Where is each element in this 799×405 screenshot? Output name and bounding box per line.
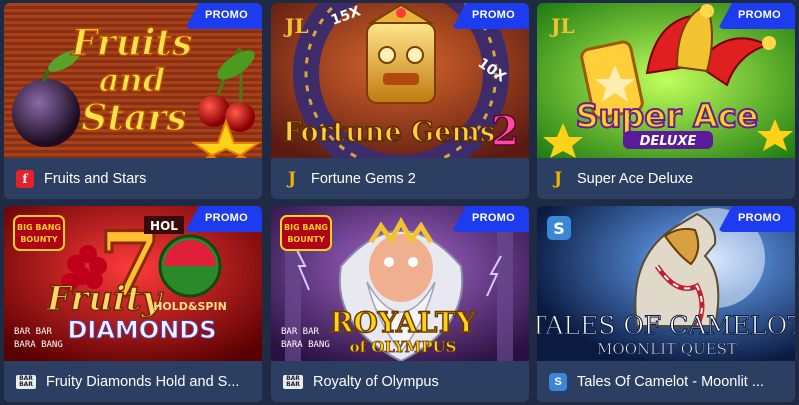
- svg-text:and: and: [99, 61, 165, 99]
- svg-text:BAR BAR: BAR BAR: [281, 327, 320, 337]
- svg-text:BIG BANG: BIG BANG: [17, 223, 61, 232]
- game-title[interactable]: Fruits and Stars: [44, 171, 146, 187]
- svg-text:BAR BAR: BAR BAR: [14, 327, 53, 337]
- provider-logo-icon: BAR BAR: [283, 374, 303, 389]
- provider-logo-icon: S: [549, 372, 567, 391]
- game-title[interactable]: Fortune Gems 2: [311, 171, 416, 187]
- game-card-footer: J Fortune Gems 2: [271, 158, 529, 199]
- game-grid: Fruits and Stars PROMO f Fruits and Star…: [0, 0, 799, 405]
- game-card-fortune-gems-2[interactable]: JL 15X 10X Fortune Gems 2 PROMO J Fortun…: [271, 3, 529, 199]
- svg-text:of OLYMPUS: of OLYMPUS: [350, 338, 457, 356]
- svg-text:HOL: HOL: [150, 219, 178, 233]
- game-card-footer: f Fruits and Stars: [4, 158, 262, 199]
- svg-text:BOUNTY: BOUNTY: [287, 235, 325, 244]
- game-card-fruits-and-stars[interactable]: Fruits and Stars PROMO f Fruits and Star…: [4, 3, 262, 199]
- svg-text:Fortune Gems: Fortune Gems: [283, 117, 495, 148]
- game-card-royalty-of-olympus[interactable]: BIG BANG BOUNTY ROYALTY of OLYMPUS BAR B…: [271, 206, 529, 402]
- svg-text:TALES OF CAMELOT: TALES OF CAMELOT: [537, 311, 795, 340]
- game-card-super-ace-deluxe[interactable]: JL Super Ace DELUXE PROMO J Super Ace De…: [537, 3, 795, 199]
- game-title[interactable]: Super Ace Deluxe: [577, 171, 693, 187]
- game-card-footer: J Super Ace Deluxe: [537, 158, 795, 199]
- game-title[interactable]: Fruity Diamonds Hold and S...: [46, 374, 239, 390]
- svg-text:BARA BANG: BARA BANG: [281, 340, 330, 350]
- svg-text:ROYALTY: ROYALTY: [330, 306, 477, 339]
- art-text: Fruits: [71, 22, 193, 64]
- game-card-footer: S Tales Of Camelot - Moonlit ...: [537, 361, 795, 402]
- svg-text:2: 2: [491, 108, 519, 155]
- svg-text:BIG BANG: BIG BANG: [284, 223, 328, 232]
- provider-logo-icon: J: [553, 168, 563, 189]
- svg-text:JL: JL: [549, 14, 575, 38]
- game-card-fruity-diamonds[interactable]: 7 BIG BANG BOUNTY HOL Fruity HOLD&SPIN D…: [4, 206, 262, 402]
- svg-text:HOLD&SPIN: HOLD&SPIN: [153, 300, 227, 313]
- svg-text:Fruity: Fruity: [46, 279, 164, 319]
- svg-text:S: S: [553, 219, 565, 238]
- game-title[interactable]: Royalty of Olympus: [313, 374, 439, 390]
- svg-text:DELUXE: DELUXE: [640, 134, 697, 149]
- svg-text:Stars: Stars: [81, 97, 186, 139]
- provider-logo-icon: BAR BAR: [16, 374, 36, 389]
- svg-text:MOONLIT QUEST: MOONLIT QUEST: [597, 340, 737, 358]
- svg-text:DIAMONDS: DIAMONDS: [67, 316, 216, 344]
- game-card-tales-of-camelot[interactable]: S TALES OF CAMELOT MOONLIT QUEST PROMO S…: [537, 206, 795, 402]
- game-title[interactable]: Tales Of Camelot - Moonlit ...: [577, 374, 764, 390]
- svg-text:BARA BANG: BARA BANG: [14, 340, 63, 350]
- game-card-footer: BAR BAR Fruity Diamonds Hold and S...: [4, 361, 262, 402]
- svg-text:JL: JL: [283, 14, 309, 38]
- provider-logo-icon: J: [287, 168, 297, 189]
- provider-logo-icon: f: [16, 169, 34, 188]
- svg-text:BOUNTY: BOUNTY: [20, 235, 58, 244]
- svg-text:Super Ace: Super Ace: [576, 97, 759, 135]
- game-card-footer: BAR BAR Royalty of Olympus: [271, 361, 529, 402]
